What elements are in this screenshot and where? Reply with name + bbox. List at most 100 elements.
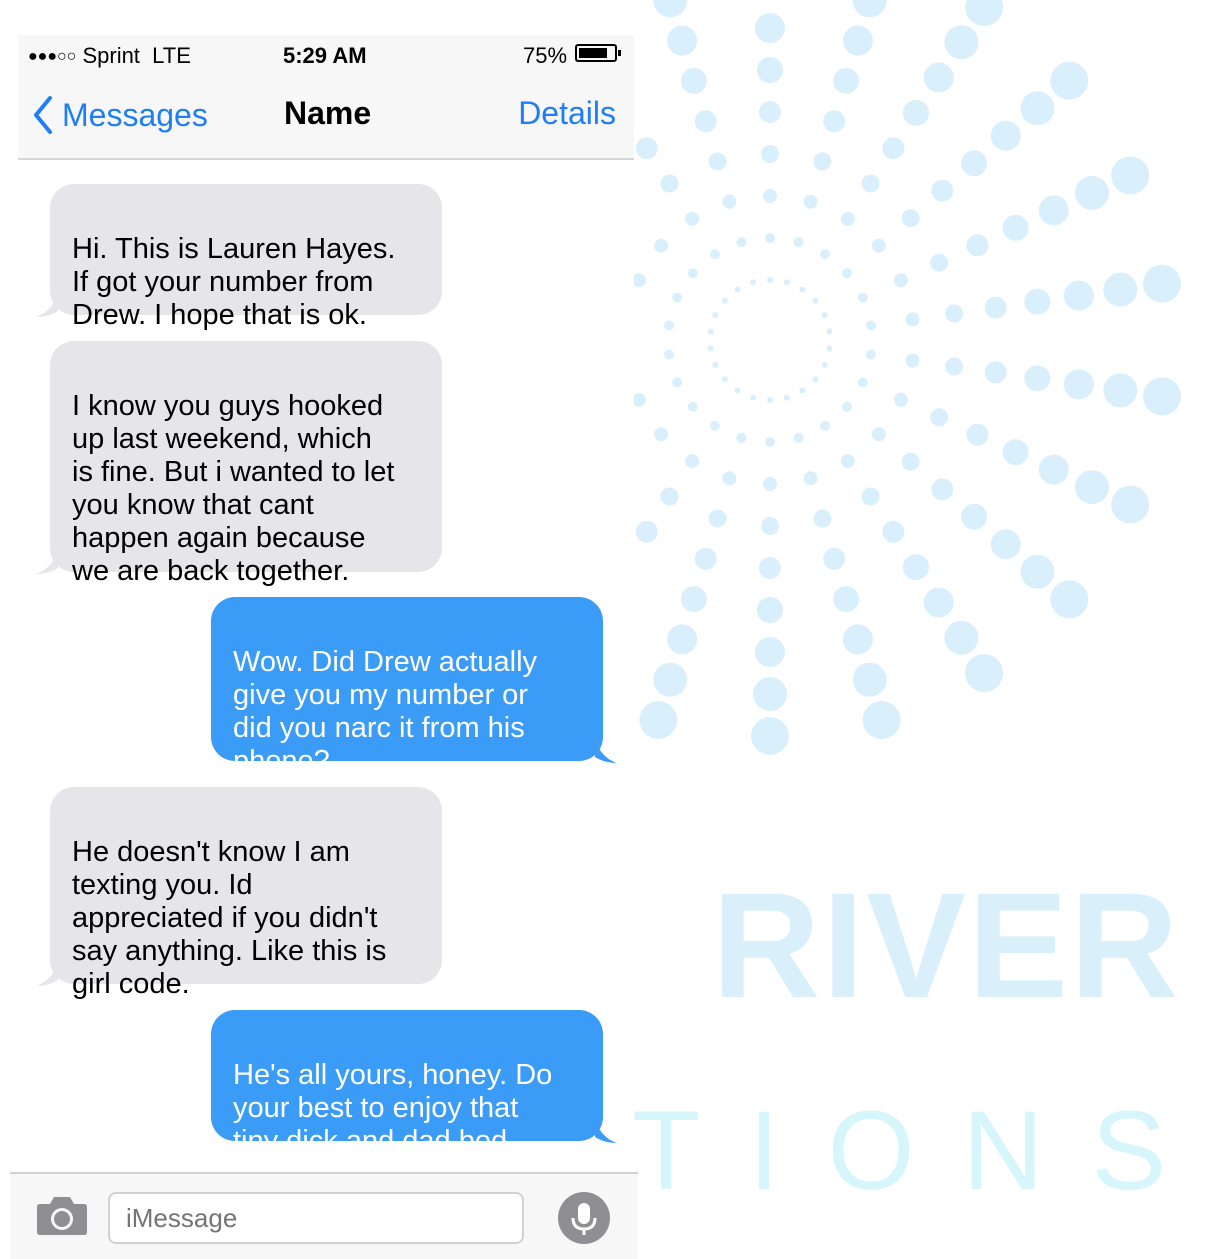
- watermark-dot: [965, 654, 1004, 693]
- watermark-dot: [708, 509, 727, 528]
- watermark-dot: [767, 397, 773, 403]
- imessage-input[interactable]: [108, 1192, 524, 1244]
- watermark-dot: [1024, 365, 1051, 392]
- watermark-dot: [803, 194, 818, 209]
- watermark-dot: [965, 0, 1004, 26]
- watermark-dot: [930, 408, 949, 427]
- watermark-dot: [931, 179, 954, 202]
- watermark-dot: [750, 394, 757, 401]
- watermark-dot: [1038, 195, 1069, 226]
- watermark-dot: [1020, 554, 1055, 589]
- watermark-dot: [866, 349, 876, 360]
- watermark-dot: [894, 273, 908, 288]
- watermark-dot: [923, 62, 954, 93]
- camera-button[interactable]: [36, 1194, 88, 1241]
- watermark-dot: [759, 101, 781, 123]
- watermark-dot: [1063, 369, 1094, 400]
- watermark-dot: [866, 320, 876, 331]
- watermark-dot: [1038, 454, 1069, 485]
- watermark-dot: [687, 268, 698, 279]
- watermark-dot: [966, 423, 989, 446]
- watermark-dot: [862, 701, 901, 739]
- watermark-dot: [826, 345, 833, 352]
- watermark-dot: [901, 209, 920, 228]
- watermark-dot: [990, 529, 1021, 560]
- watermark-dot: [905, 353, 920, 368]
- details-button[interactable]: Details: [518, 95, 616, 132]
- watermark-dot: [882, 137, 905, 160]
- watermark-dot: [751, 717, 789, 755]
- status-signal: ●●●○○ Sprint LTE: [28, 43, 191, 69]
- watermark-dot: [1075, 470, 1109, 505]
- message-bubble-received: Hi. This is Lauren Hayes. If got your nu…: [36, 184, 442, 331]
- watermark-dot: [852, 662, 887, 697]
- watermark-dot: [840, 454, 855, 469]
- watermark-dot: [667, 624, 698, 655]
- watermark-dot: [871, 427, 886, 442]
- watermark-dot: [861, 487, 880, 506]
- message-input-bar: [10, 1172, 638, 1259]
- watermark-dot: [761, 517, 779, 535]
- watermark-dot: [812, 297, 819, 304]
- watermark-dot: [765, 437, 775, 447]
- watermark-dot: [763, 477, 777, 491]
- watermark-dot: [803, 471, 818, 486]
- watermark-dot: [923, 587, 954, 618]
- watermark-dot: [712, 361, 719, 368]
- message-bubble-sent: Wow. Did Drew actually give you my numbe…: [211, 597, 617, 777]
- watermark-dot: [632, 392, 646, 407]
- watermark-dot: [707, 345, 714, 352]
- watermark-dot: [759, 557, 781, 579]
- watermark-dot: [966, 234, 989, 257]
- watermark-dot: [680, 67, 707, 94]
- watermark-dot: [842, 624, 873, 655]
- watermark-dot: [1143, 264, 1181, 303]
- watermark-dot: [833, 67, 860, 94]
- watermark-dot: [639, 701, 678, 739]
- watermark-dot: [753, 677, 787, 711]
- watermark-dot: [1103, 373, 1138, 408]
- watermark-dot: [635, 137, 658, 160]
- watermark-dot: [857, 377, 868, 388]
- watermark-dot: [894, 392, 908, 407]
- message-text: Hi. This is Lauren Hayes. If got your nu…: [72, 233, 396, 331]
- watermark-dot: [685, 454, 700, 469]
- watermark-dot: [750, 279, 757, 286]
- watermark-dot: [793, 237, 804, 248]
- watermark-dot: [984, 361, 1007, 384]
- watermark-dot: [1111, 485, 1150, 524]
- watermark-dot: [653, 662, 688, 697]
- phone-screen: ●●●○○ Sprint LTE 5:29 AM 75% Messages Na…: [10, 35, 638, 1259]
- watermark-dot: [672, 292, 683, 303]
- watermark-dot: [901, 452, 920, 471]
- watermark-dot: [1111, 156, 1150, 195]
- watermark-dot: [687, 401, 698, 412]
- microphone-button[interactable]: [558, 1192, 610, 1244]
- watermark-dot: [734, 286, 741, 293]
- watermark-dot: [654, 238, 669, 253]
- watermark-dot: [905, 312, 920, 327]
- watermark-dot: [882, 520, 905, 543]
- message-bubble-sent: He's all yours, honey. Do your best to e…: [211, 1010, 617, 1157]
- watermark-dot: [694, 110, 717, 133]
- message-text: I know you guys hooked up last weekend, …: [72, 390, 395, 587]
- watermark-dot: [861, 174, 880, 193]
- watermark-dot: [930, 253, 949, 272]
- watermark-dot: [763, 189, 777, 203]
- watermark-dot: [664, 349, 674, 360]
- watermark-dot: [757, 57, 783, 83]
- watermark-dot: [783, 394, 790, 401]
- watermark-dot: [903, 99, 929, 126]
- watermark-dot: [799, 286, 806, 293]
- watermark-dot: [783, 279, 790, 286]
- watermark-word-river: RIVER: [712, 861, 1181, 1029]
- watermark-dot: [813, 509, 832, 528]
- carrier-name: Sprint: [82, 43, 140, 68]
- watermark-dot: [660, 174, 679, 193]
- watermark-dot: [852, 0, 887, 18]
- watermark-dot: [793, 432, 804, 443]
- back-button[interactable]: Messages: [32, 93, 208, 137]
- watermark-dot: [707, 328, 714, 335]
- back-button-label: Messages: [62, 96, 208, 133]
- watermark-dot: [708, 152, 727, 171]
